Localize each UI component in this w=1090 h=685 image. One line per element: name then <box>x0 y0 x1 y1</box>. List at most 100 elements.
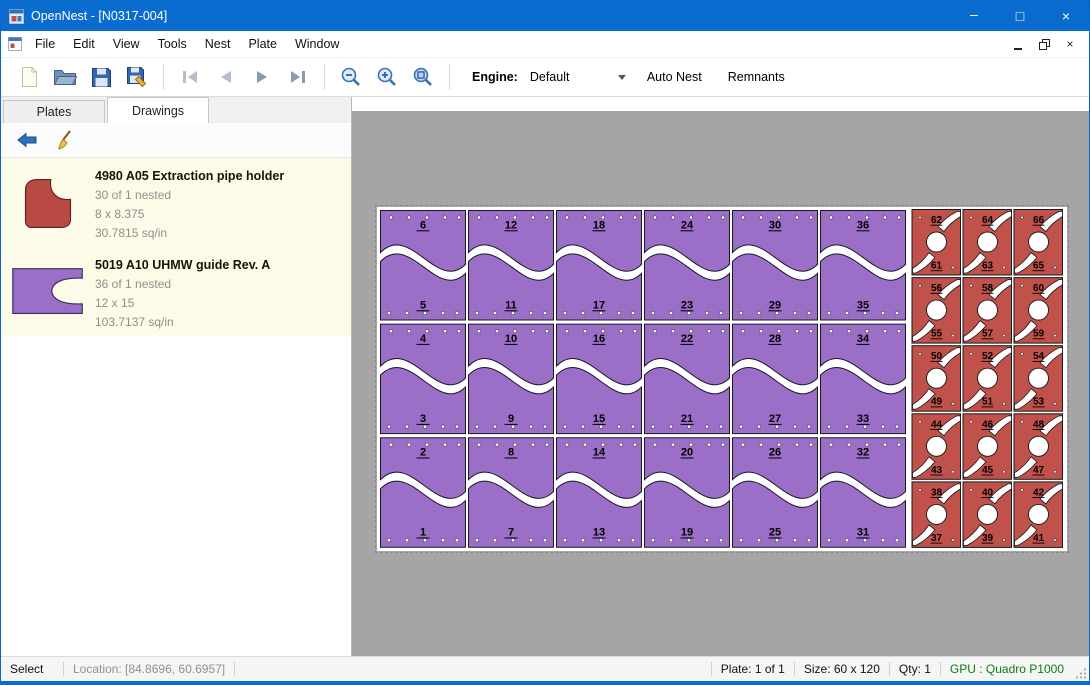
nested-part-pair[interactable]: 62 61 <box>912 210 961 276</box>
nested-part-pair[interactable]: 46 45 <box>963 414 1012 480</box>
nested-part-pair[interactable]: 36 35 <box>821 211 906 321</box>
menu-tools[interactable]: Tools <box>149 33 196 55</box>
nested-part-pair[interactable]: 14 13 <box>557 438 642 548</box>
save-button[interactable] <box>84 61 118 93</box>
drawing-thumbnail-red <box>1 158 95 247</box>
nav-next-button[interactable] <box>245 61 279 93</box>
close-button[interactable]: × <box>1043 1 1089 31</box>
status-size: Size: 60 x 120 <box>795 662 889 676</box>
remnants-button[interactable]: Remnants <box>719 65 794 89</box>
nested-part-pair[interactable]: 12 11 <box>469 211 554 321</box>
nav-prev-button[interactable] <box>209 61 243 93</box>
nested-part-pair[interactable]: 32 31 <box>821 438 906 548</box>
auto-nest-button[interactable]: Auto Nest <box>638 65 711 89</box>
save-as-icon <box>126 66 149 88</box>
clear-drawings-button[interactable] <box>53 126 81 154</box>
nav-last-button[interactable] <box>281 61 315 93</box>
menu-edit[interactable]: Edit <box>64 33 104 55</box>
drawing-nested-count: 36 of 1 nested <box>95 275 351 294</box>
nested-part-pair[interactable]: 30 29 <box>733 211 818 321</box>
tab-drawings[interactable]: Drawings <box>107 97 209 123</box>
save-as-button[interactable] <box>120 61 154 93</box>
nested-part-pair[interactable]: 66 65 <box>1014 210 1063 276</box>
nested-part-pair[interactable]: 54 53 <box>1014 346 1063 412</box>
nested-part-pair[interactable]: 60 59 <box>1014 278 1063 344</box>
menu-nest[interactable]: Nest <box>196 33 240 55</box>
drawing-size: 12 x 15 <box>95 294 351 313</box>
svg-text:37: 37 <box>931 533 943 544</box>
resize-grip[interactable] <box>1073 657 1089 681</box>
nested-part-pair[interactable]: 50 49 <box>912 346 961 412</box>
prev-arrow-icon <box>216 68 236 86</box>
svg-text:40: 40 <box>982 487 994 498</box>
nested-part-pair[interactable]: 10 9 <box>469 324 554 434</box>
new-file-icon <box>20 66 39 88</box>
nested-part-pair[interactable]: 64 63 <box>963 210 1012 276</box>
mdi-restore-button[interactable] <box>1033 35 1055 53</box>
svg-text:28: 28 <box>769 333 781 345</box>
nested-part-pair[interactable]: 56 55 <box>912 278 961 344</box>
maximize-button[interactable]: □ <box>997 1 1043 31</box>
engine-select[interactable]: Default <box>526 65 630 89</box>
nested-part-pair[interactable]: 48 47 <box>1014 414 1063 480</box>
zoom-in-button[interactable] <box>370 61 404 93</box>
svg-text:24: 24 <box>681 220 694 232</box>
nested-part-pair[interactable]: 58 57 <box>963 278 1012 344</box>
nested-part-pair[interactable]: 4 3 <box>381 324 466 434</box>
drawings-toolbar <box>1 123 351 158</box>
nest-plate[interactable]: 6 5 12 11 18 17 24 23 30 29 <box>377 207 1067 551</box>
nested-part-pair[interactable]: 16 15 <box>557 324 642 434</box>
nested-part-pair[interactable]: 28 27 <box>733 324 818 434</box>
drawing-size: 8 x 8.375 <box>95 205 351 224</box>
nested-part-pair[interactable]: 42 41 <box>1014 482 1063 548</box>
nested-part-pair[interactable]: 40 39 <box>963 482 1012 548</box>
menu-file[interactable]: File <box>26 33 64 55</box>
status-mode: Select <box>1 662 63 676</box>
menu-plate[interactable]: Plate <box>239 33 286 55</box>
nested-part-pair[interactable]: 6 5 <box>381 211 466 321</box>
nested-part-pair[interactable]: 18 17 <box>557 211 642 321</box>
zoom-fit-button[interactable] <box>406 61 440 93</box>
svg-text:58: 58 <box>982 283 994 294</box>
svg-text:39: 39 <box>982 533 994 544</box>
nested-part-pair[interactable]: 44 43 <box>912 414 961 480</box>
tab-plates[interactable]: Plates <box>3 100 105 123</box>
nested-part-pair[interactable]: 22 21 <box>645 324 730 434</box>
svg-text:50: 50 <box>931 351 943 362</box>
nested-part-pair[interactable]: 2 1 <box>381 438 466 548</box>
open-button[interactable] <box>48 61 82 93</box>
main-area: Plates Drawings <box>1 97 1089 656</box>
drawing-area: 30.7815 sq/in <box>95 224 351 243</box>
minimize-button[interactable]: – <box>951 1 997 31</box>
mdi-close-button[interactable]: × <box>1059 35 1081 53</box>
engine-selected-value: Default <box>530 70 570 84</box>
svg-text:52: 52 <box>982 351 994 362</box>
svg-text:21: 21 <box>681 413 693 425</box>
nested-part-pair[interactable]: 24 23 <box>645 211 730 321</box>
svg-text:63: 63 <box>982 261 994 272</box>
drawing-title: 5019 A10 UHMW guide Rev. A <box>95 255 351 275</box>
nested-part-pair[interactable]: 8 7 <box>469 438 554 548</box>
svg-text:47: 47 <box>1033 465 1045 476</box>
nested-part-pair[interactable]: 38 37 <box>912 482 961 548</box>
nested-part-pair[interactable]: 26 25 <box>733 438 818 548</box>
svg-text:2: 2 <box>420 447 426 459</box>
nested-part-pair[interactable]: 20 19 <box>645 438 730 548</box>
menu-view[interactable]: View <box>104 33 149 55</box>
nested-part-pair[interactable]: 34 33 <box>821 324 906 434</box>
mdi-minimize-button[interactable] <box>1007 35 1029 53</box>
new-button[interactable] <box>12 61 46 93</box>
svg-text:62: 62 <box>931 215 943 226</box>
drawing-item-2[interactable]: 5019 A10 UHMW guide Rev. A 36 of 1 neste… <box>1 247 351 336</box>
svg-text:29: 29 <box>769 300 781 312</box>
zoom-out-button[interactable] <box>334 61 368 93</box>
svg-text:30: 30 <box>769 220 781 232</box>
import-drawing-button[interactable] <box>13 126 41 154</box>
svg-text:18: 18 <box>593 220 605 232</box>
svg-text:4: 4 <box>420 333 427 345</box>
drawing-item-1[interactable]: 4980 A05 Extraction pipe holder 30 of 1 … <box>1 158 351 247</box>
toolbar-separator <box>449 64 450 90</box>
nested-part-pair[interactable]: 52 51 <box>963 346 1012 412</box>
menu-window[interactable]: Window <box>286 33 348 55</box>
nav-first-button[interactable] <box>173 61 207 93</box>
